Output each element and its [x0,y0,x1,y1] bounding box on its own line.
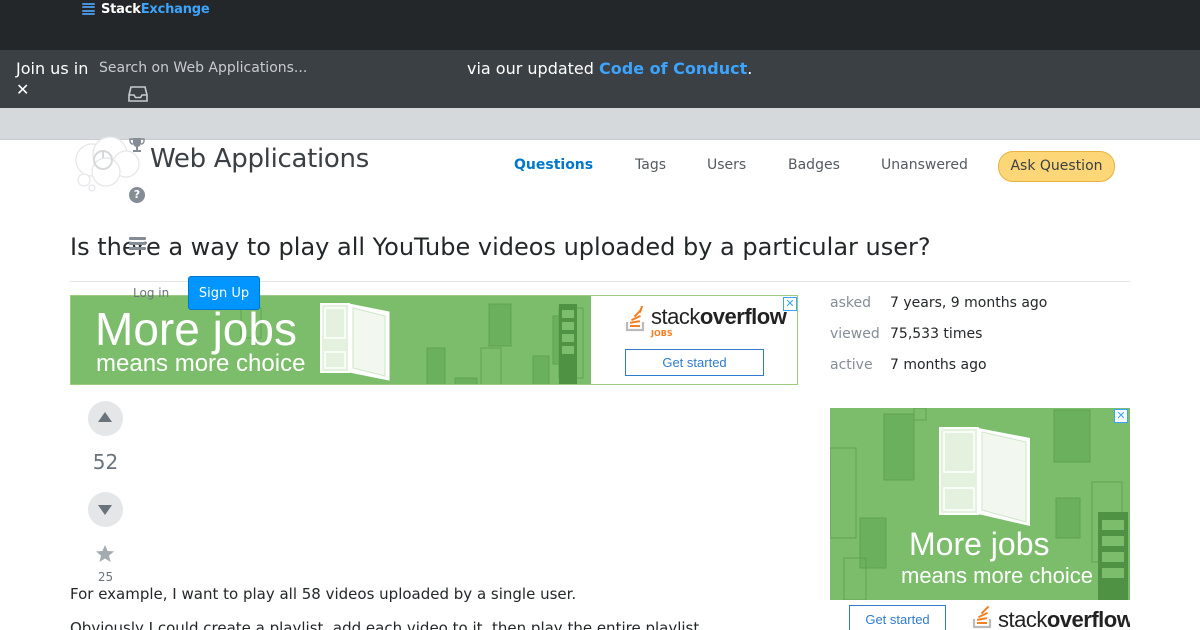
stackoverflow-icon [625,306,645,332]
viewed-value: 75,533 times [890,326,983,342]
inbox-icon[interactable] [128,86,148,102]
nav-users[interactable]: Users [707,157,746,173]
trophy-icon[interactable] [128,136,146,154]
jobs-ad-leaderboard[interactable]: More jobs means more choice stackoverflo… [70,295,798,385]
downvote-arrow-icon [98,505,112,515]
secondary-header-strip [0,108,1200,140]
notice-text-start: Join us in [16,59,89,78]
favorite-count: 25 [97,570,114,584]
ad-white-panel: stackoverflow JOBS Get started ✕ [591,296,797,384]
active-value[interactable]: 7 months ago [890,357,987,373]
help-icon[interactable]: ? [129,187,145,203]
ad-subheadline: means more choice [96,350,306,377]
side-ad-brand-overflow: overflow [1046,607,1130,630]
side-stackoverflow-logo: stackoverflow [972,603,1130,630]
side-ad-close-icon[interactable]: ✕ [1114,409,1128,423]
downvote-button[interactable] [88,492,123,527]
stackoverflow-jobs-logo: stackoverflow JOBS [625,304,787,338]
stackexchange-logo[interactable]: StackExchange [82,0,210,18]
notice-text-end: via our updated Code of Conduct. [467,59,752,78]
asked-label: asked [830,295,871,311]
upvote-arrow-icon [98,412,112,422]
brand-exchange: Exchange [140,1,210,17]
side-ad-brand-stack: stack [998,607,1047,630]
close-icon[interactable]: ✕ [16,80,29,99]
site-title[interactable]: Web Applications [150,144,369,174]
side-ad-green-panel: More jobs means more choice ✕ [830,408,1130,600]
notice-period: . [747,59,753,78]
side-stackoverflow-icon [972,605,992,629]
nav-badges[interactable]: Badges [788,157,840,173]
code-of-conduct-link[interactable]: Code of Conduct [599,59,747,78]
side-ad-get-started-button[interactable]: Get started [849,605,946,630]
notice-banner: Join us in via our updated Code of Condu… [0,50,1200,108]
ask-question-button[interactable]: Ask Question [998,151,1115,182]
stackexchange-icon [82,2,95,16]
side-ad-subheadline: means more choice [901,563,1093,588]
nav-unanswered[interactable]: Unanswered [881,157,968,173]
jobs-ad-sidebar[interactable]: More jobs means more choice ✕ Get starte… [830,408,1130,630]
question-body-line-2: Obviously I could create a playlist, add… [70,619,705,630]
login-link[interactable]: Log in [133,286,169,300]
ad-green-panel: More jobs means more choice [71,296,591,384]
signup-button[interactable]: Sign Up [188,276,260,310]
notice-text-via: via our updated [467,59,594,78]
top-bar: StackExchange [0,0,1200,50]
active-label: active [830,357,873,373]
viewed-label: viewed [830,326,880,342]
favorite-star-icon[interactable] [95,544,115,564]
asked-value[interactable]: 7 years, 9 months ago [890,295,1047,311]
side-ad-white-panel: Get started stackoverflow [830,600,1130,630]
question-body-line-1: For example, I want to play all 58 video… [70,585,577,603]
search-input[interactable] [88,50,466,86]
ad-brand-stack: stack [651,304,700,329]
vote-score: 52 [92,450,119,474]
ad-get-started-button[interactable]: Get started [625,349,764,376]
ad-brand-overflow: overflow [699,304,787,329]
ad-close-icon[interactable]: ✕ [783,297,797,311]
ad-headline: More jobs [95,303,297,355]
nav-questions[interactable]: Questions [514,157,593,173]
nav-tags[interactable]: Tags [635,157,666,173]
side-ad-headline: More jobs [909,526,1050,562]
ad-brand-jobs: JOBS [651,329,673,338]
brand-stack: Stack [101,1,141,17]
question-title[interactable]: Is there a way to play all YouTube video… [70,233,931,261]
upvote-button[interactable] [88,401,123,436]
review-queue-icon[interactable] [129,237,146,251]
